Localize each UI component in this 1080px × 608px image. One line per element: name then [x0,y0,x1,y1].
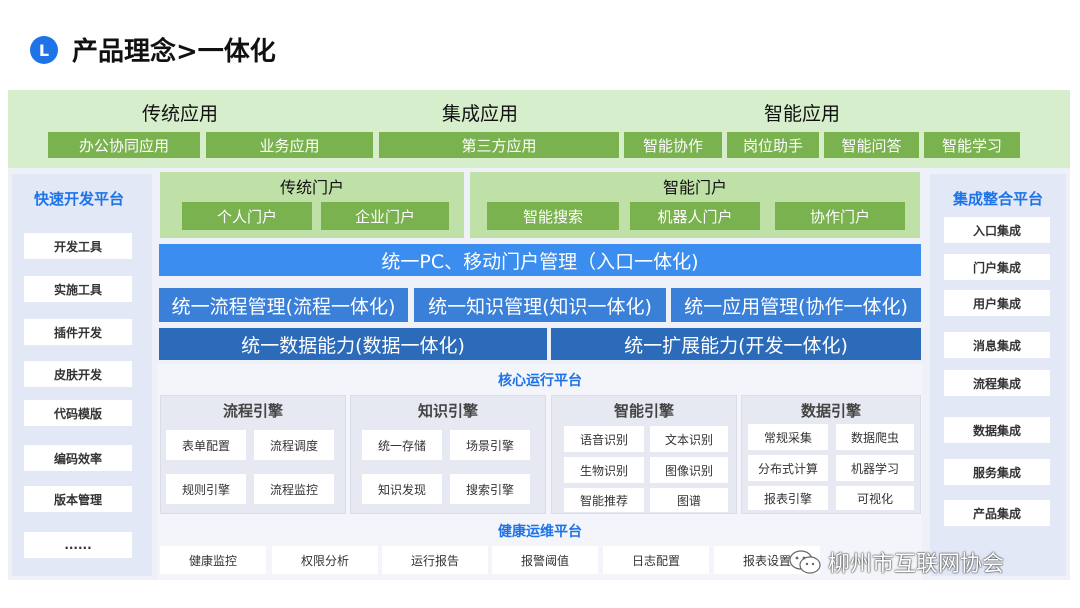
engine-item: 语音识别 [564,426,644,452]
engine-title: 智能引擎 [613,401,674,420]
health-item: 权限分析 [272,546,378,574]
left-panel-item: 皮肤开发 [24,361,132,387]
portal-box-personal: 个人门户 [182,202,312,230]
unified-portal-bar: 统一PC、移动门户管理（入口一体化) [159,244,921,276]
portal-box-collab: 协作门户 [775,202,905,230]
engine-item: 知识发现 [362,474,442,504]
wechat-icon [789,550,821,574]
right-panel-item: 产品集成 [944,500,1050,526]
logo-icon: L [30,36,58,64]
engine-item: 常规采集 [748,424,828,450]
engine-title: 流程引擎 [222,401,283,420]
left-panel-title: 快速开发平台 [33,189,124,208]
left-panel-item: 代码模版 [24,400,132,426]
health-item: 日志配置 [603,546,709,574]
unified-application-bar: 统一应用管理(协作一体化) [671,288,921,322]
unified-extension-bar: 统一扩展能力(开发一体化) [551,328,921,360]
traditional-apps-title: 传统应用 [141,102,218,125]
engine-item: 图谱 [650,488,728,512]
app-box-business: 业务应用 [206,132,373,158]
watermark-text: 柳州市互联网协会 [828,552,1005,577]
right-panel-item: 消息集成 [944,332,1050,358]
left-panel-item: 编码效率 [24,445,132,471]
engine-title: 知识引擎 [417,401,478,420]
engine-item: 流程调度 [254,430,334,460]
right-panel-item: 用户集成 [944,290,1050,316]
engine-item: 数据爬虫 [836,424,914,450]
right-panel-title: 集成整合平台 [952,189,1043,208]
app-box-office: 办公协同应用 [48,132,200,158]
engine-item: 规则引擎 [166,474,246,504]
smart-portal-title: 智能门户 [662,178,727,197]
portal-box-robot: 机器人门户 [630,202,760,230]
engine-item: 流程监控 [254,474,334,504]
engine-item: 文本识别 [650,426,728,452]
app-box-smart-collab: 智能协作 [624,132,722,158]
left-panel-item: 开发工具 [24,233,132,259]
left-panel-item: 版本管理 [24,486,132,512]
right-panel-item: 服务集成 [944,459,1050,485]
right-panel-item: 流程集成 [944,370,1050,396]
right-panel-item: 门户集成 [944,254,1050,280]
traditional-portal-title: 传统门户 [279,178,344,197]
page-title: 产品理念>一体化 [72,37,276,67]
watermark: 柳州市互联网协会 [788,546,1068,578]
engine-item: 统一存储 [362,430,442,460]
left-panel-item: 插件开发 [24,319,132,345]
right-panel-item: 数据集成 [944,417,1050,443]
app-box-assistant: 岗位助手 [727,132,819,158]
health-item: 报警阈值 [492,546,598,574]
engine-title: 数据引擎 [800,401,861,420]
engine-item: 报表引擎 [748,486,828,510]
health-item: 健康监控 [160,546,266,574]
engine-item: 表单配置 [166,430,246,460]
engine-item: 机器学习 [836,455,914,481]
engine-item: 生物识别 [564,457,644,483]
app-box-smart-qa: 智能问答 [824,132,919,158]
engine-item: 分布式计算 [748,455,828,481]
engine-item: 图像识别 [650,457,728,483]
left-panel-item: 实施工具 [24,276,132,302]
right-panel-item: 入口集成 [944,217,1050,243]
unified-data-bar: 统一数据能力(数据一体化) [159,328,547,360]
portal-box-enterprise: 企业门户 [321,202,449,230]
core-platform-title: 核心运行平台 [498,373,582,389]
engine-item: 场景引擎 [450,430,530,460]
app-box-third-party: 第三方应用 [379,132,619,158]
smart-apps-title: 智能应用 [763,102,840,125]
unified-knowledge-bar: 统一知识管理(知识一体化) [414,288,666,322]
app-box-smart-learning: 智能学习 [924,132,1020,158]
portal-box-search: 智能搜索 [487,202,619,230]
health-item: 运行报告 [382,546,488,574]
integrated-apps-title: 集成应用 [441,102,518,125]
unified-process-bar: 统一流程管理(流程一体化) [159,288,408,322]
engine-item: 搜索引擎 [450,474,530,504]
engine-item: 智能推荐 [564,488,644,512]
health-platform-title: 健康运维平台 [498,524,582,540]
engine-item: 可视化 [836,486,914,510]
left-panel-item: ...... [24,532,132,558]
